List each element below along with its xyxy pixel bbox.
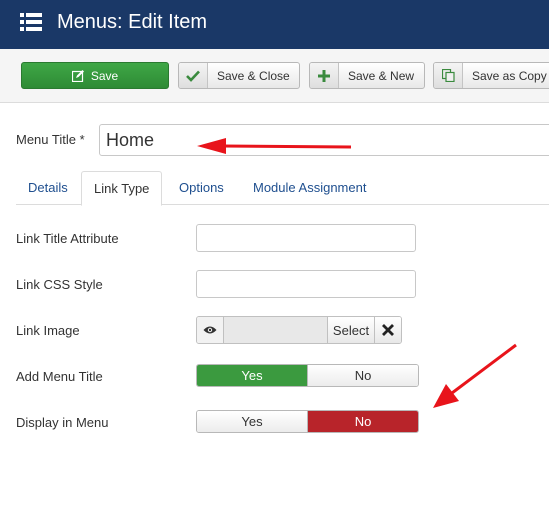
arrow-to-display-in-menu [433, 343, 517, 408]
close-icon[interactable] [375, 317, 401, 343]
tab-details[interactable]: Details [16, 171, 80, 205]
save-as-copy-button[interactable]: Save as Copy [433, 62, 549, 89]
check-icon [179, 63, 208, 88]
tab-bar: Details Link Type Options Module Assignm… [16, 171, 549, 206]
page-header: Menus: Edit Item [0, 0, 549, 49]
save-new-button[interactable]: Save & New [309, 62, 425, 89]
add-menu-title-no[interactable]: No [307, 365, 418, 386]
save-new-label: Save & New [348, 68, 415, 83]
tab-link-type[interactable]: Link Type [81, 171, 163, 206]
link-title-attribute-input[interactable] [196, 224, 416, 252]
save-as-copy-label: Save as Copy [472, 68, 547, 83]
tab-options[interactable]: Options [167, 171, 236, 205]
save-close-button[interactable]: Save & Close [178, 62, 300, 89]
page-title: Menus: Edit Item [57, 11, 208, 33]
link-css-style-label: Link CSS Style [16, 277, 103, 292]
menu-title-input[interactable] [99, 124, 549, 156]
plus-icon [310, 63, 339, 88]
save-button[interactable]: Save [21, 62, 169, 89]
link-image-select-button[interactable]: Select [328, 317, 375, 343]
link-title-attribute-label: Link Title Attribute [16, 231, 119, 246]
display-in-menu-label: Display in Menu [16, 415, 109, 430]
display-in-menu-toggle: Yes No [196, 410, 419, 433]
link-image-field: Select [196, 316, 402, 344]
display-in-menu-no[interactable]: No [307, 411, 418, 432]
toolbar: Save Save & Close Save & New Save as Cop… [0, 49, 549, 103]
display-in-menu-yes[interactable]: Yes [197, 411, 307, 432]
edit-icon [71, 69, 84, 82]
add-menu-title-yes[interactable]: Yes [197, 365, 307, 386]
link-image-path [224, 317, 328, 343]
tab-module-assignment[interactable]: Module Assignment [241, 171, 378, 205]
link-image-label: Link Image [16, 323, 80, 338]
copy-icon [434, 63, 463, 88]
save-button-label: Save [90, 68, 119, 83]
add-menu-title-label: Add Menu Title [16, 369, 103, 384]
list-icon [20, 13, 42, 31]
eye-icon[interactable] [197, 317, 224, 343]
link-css-style-input[interactable] [196, 270, 416, 298]
save-close-label: Save & Close [217, 68, 290, 83]
menu-title-label: Menu Title * [16, 132, 85, 147]
add-menu-title-toggle: Yes No [196, 364, 419, 387]
